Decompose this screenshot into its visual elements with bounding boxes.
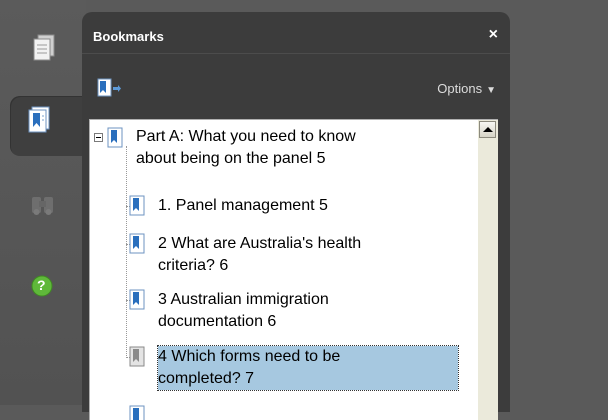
panel-title: Bookmarks (93, 29, 164, 44)
chevron-down-icon: ▼ (486, 85, 496, 96)
binoculars-icon (32, 197, 53, 215)
bookmark-icon (129, 233, 145, 254)
document-area[interactable] (512, 0, 608, 405)
bookmark-item[interactable]: 3 Australian immigration documentation 6 (158, 289, 458, 333)
options-menu[interactable]: Options ▼ (437, 81, 496, 96)
new-bookmark-button[interactable] (96, 78, 122, 103)
vertical-scrollbar[interactable] (478, 119, 498, 420)
help-button[interactable]: ? (18, 262, 68, 312)
bookmark-label: criteria? 6 (158, 257, 229, 274)
close-panel-button[interactable]: × (489, 26, 498, 44)
bookmark-icon (107, 127, 123, 148)
bookmark-item[interactable]: 1. Panel management 5 (158, 195, 458, 217)
attachments-button[interactable] (18, 183, 68, 233)
pages-icon (33, 34, 55, 61)
options-label: Options (437, 81, 483, 96)
bookmarks-panel: Bookmarks × Options ▼ Part A: What you ne… (82, 12, 510, 420)
bookmark-label: completed? 7 (158, 370, 255, 387)
scroll-up-button[interactable] (479, 121, 496, 138)
bookmark-label: 3 Australian immigration (158, 291, 329, 308)
pages-button[interactable] (18, 22, 68, 72)
bookmark-icon (129, 195, 145, 216)
bookmark-icon (129, 405, 145, 420)
navigation-rail: ? (0, 0, 88, 405)
bookmarks-tab[interactable] (10, 96, 88, 156)
bookmark-label: documentation 6 (158, 313, 277, 330)
bookmark-label: about being on the panel 5 (136, 150, 326, 167)
bookmark-item-selected[interactable]: 4 Which forms need to be completed? 7 (157, 345, 459, 391)
bookmark-icon (129, 289, 145, 310)
collapse-toggle[interactable] (94, 133, 103, 142)
bookmark-item[interactable]: 2 What are Australia's health criteria? … (158, 233, 458, 277)
panel-divider (82, 53, 510, 54)
help-label: ? (37, 277, 46, 293)
bookmark-icon (129, 346, 145, 367)
bookmark-label: 1. Panel management 5 (158, 197, 328, 214)
bookmark-label: 4 Which forms need to be (158, 348, 341, 365)
bookmark-label: 2 What are Australia's health (158, 235, 362, 252)
new-bookmark-icon (97, 78, 121, 97)
bookmark-item[interactable]: Part A: What you need to know about bein… (136, 126, 466, 170)
tree-connector (126, 146, 127, 358)
bookmark-label: Part A: What you need to know (136, 128, 356, 145)
bookmarks-icon (28, 106, 50, 133)
bookmark-tree: Part A: What you need to know about bein… (89, 119, 479, 420)
